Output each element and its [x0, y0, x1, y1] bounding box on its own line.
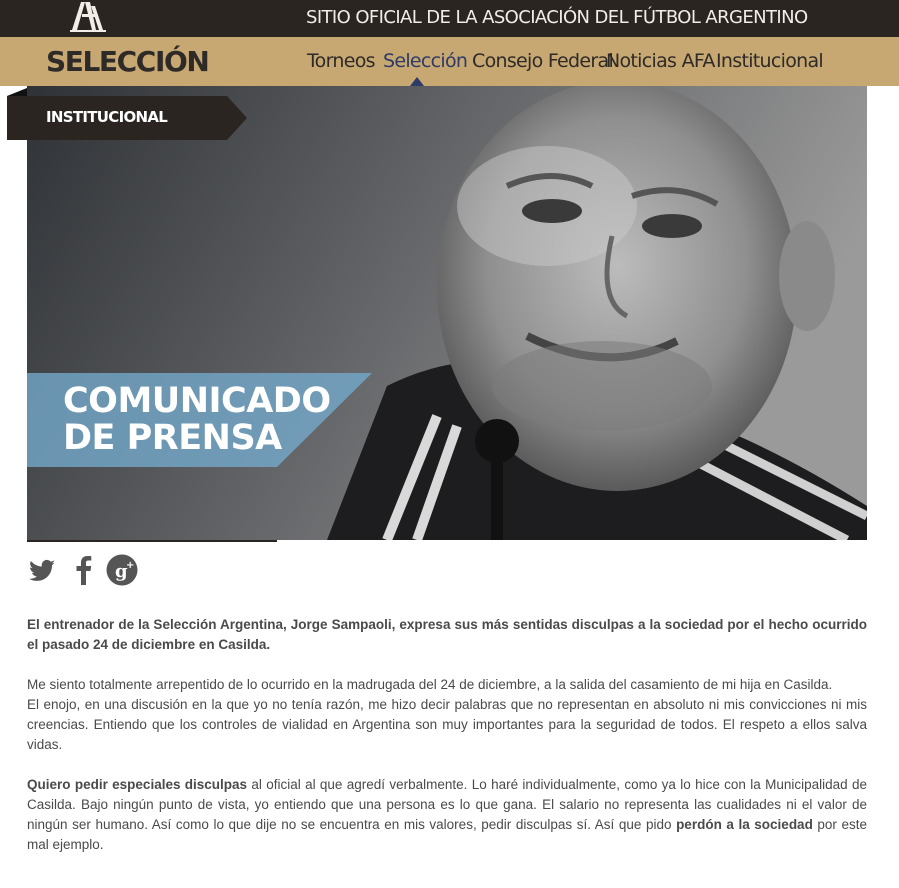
hero-headline: COMUNICADO DE PRENSA	[63, 383, 331, 457]
article-text: Me siento totalmente arrepentido de lo o…	[27, 677, 833, 692]
facebook-icon[interactable]	[68, 554, 100, 586]
article-lead: El entrenador de la Selección Argentina,…	[27, 617, 867, 652]
site-title: SITIO OFICIAL DE LA ASOCIACIÓN DEL FÚTBO…	[306, 7, 808, 28]
section-tab[interactable]: INSTITUCIONAL	[7, 96, 247, 140]
nav-item-noticias-afa[interactable]: Noticias AFA	[606, 50, 715, 72]
article-body: El entrenador de la Selección Argentina,…	[27, 615, 867, 875]
twitter-icon[interactable]	[26, 554, 58, 586]
article-paragraph: Quiero pedir especiales disculpas al ofi…	[27, 775, 867, 855]
headline-line-2: DE PRENSA	[63, 418, 282, 458]
nav-item-seleccion[interactable]: Selección	[383, 50, 468, 72]
section-label: INSTITUCIONAL	[46, 108, 168, 126]
nav-item-torneos[interactable]: Torneos	[307, 50, 376, 72]
svg-text:+: +	[126, 560, 134, 571]
article-paragraph: Me siento totalmente arrepentido de lo o…	[27, 675, 867, 755]
nav-item-institucional[interactable]: Institucional	[716, 50, 824, 72]
active-nav-indicator	[410, 77, 424, 86]
section-brand[interactable]: SELECCIÓN	[46, 45, 210, 78]
hero-image	[27, 86, 867, 540]
tab-fold	[7, 88, 27, 96]
afa-logo[interactable]	[66, 0, 110, 34]
google-plus-icon[interactable]: g +	[106, 554, 138, 586]
article-emphasis: perdón a la sociedad	[676, 817, 813, 832]
nav-item-consejo-federal[interactable]: Consejo Federal	[472, 50, 614, 72]
divider	[27, 540, 277, 542]
main-navbar: SELECCIÓN Torneos Selección Consejo Fede…	[0, 37, 899, 86]
article-emphasis: Quiero pedir especiales disculpas	[27, 777, 248, 792]
headline-line-1: COMUNICADO	[63, 381, 331, 421]
top-bar: SITIO OFICIAL DE LA ASOCIACIÓN DEL FÚTBO…	[0, 0, 899, 37]
article-text: El enojo, en una discusión en la que yo …	[27, 697, 867, 752]
